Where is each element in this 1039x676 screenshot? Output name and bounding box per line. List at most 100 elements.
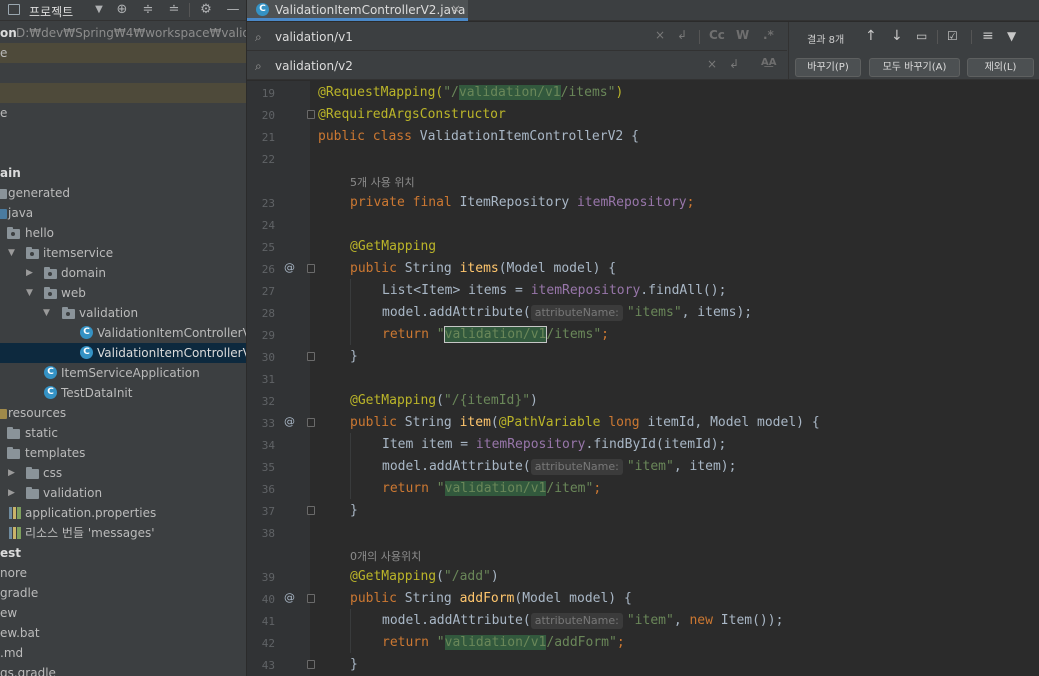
tree-item-testdatainit[interactable]: C TestDataInit (0, 383, 246, 403)
tree-item-application-properties[interactable]: application.properties (0, 503, 246, 523)
tree-item-gitignore[interactable]: nore (0, 563, 246, 583)
arrow-down-icon[interactable]: ↓ (891, 28, 903, 44)
whole-words-toggle[interactable]: W (736, 28, 749, 42)
tree-item-itemserviceapplication[interactable]: C ItemServiceApplication (0, 363, 246, 383)
tree-item-label: ValidationItemControllerV2 (97, 346, 246, 360)
fold-marker-icon[interactable] (307, 660, 315, 669)
tree-item-label: nore (0, 566, 27, 580)
line-number: 32 (261, 395, 275, 408)
tree-item-controller-v2[interactable]: C ValidationItemControllerV2 (0, 343, 246, 363)
arrow-up-icon[interactable]: ↑ (865, 28, 877, 44)
package-icon (7, 227, 20, 239)
parameter-hint: attributeName: (530, 305, 623, 321)
regex-toggle[interactable]: .* (763, 28, 774, 42)
match-case-toggle[interactable]: Cc (709, 28, 725, 42)
fold-marker-icon[interactable] (307, 110, 315, 119)
package-icon (44, 267, 57, 279)
tree-item[interactable] (0, 63, 246, 83)
tree-item-label: on (0, 26, 17, 40)
tree-item-messages-bundle[interactable]: 리소스 번들 'messages' (0, 523, 246, 543)
tree-item-domain[interactable]: ▶ domain (0, 263, 246, 283)
tree-item-root[interactable]: on D:₩dev₩Spring₩4₩workspace₩validation (0, 23, 246, 43)
tree-item[interactable]: e (0, 103, 246, 123)
expand-all-icon[interactable]: ≑ (137, 0, 159, 21)
tree-item-static[interactable]: static (0, 423, 246, 443)
new-line-icon[interactable]: ↲ (729, 57, 739, 71)
tree-item-hello[interactable]: hello (0, 223, 246, 243)
locate-icon[interactable]: ⊕ (111, 0, 133, 21)
new-line-icon[interactable]: ↲ (677, 28, 687, 42)
preserve-case-toggle[interactable]: A͟A (761, 57, 776, 68)
implementation-marker-icon[interactable]: @ (284, 261, 295, 274)
filter-icon[interactable]: ▼ (1007, 29, 1016, 43)
line-number: 37 (261, 505, 275, 518)
indent-guide (350, 279, 351, 345)
tree-item-resources[interactable]: resources (0, 403, 246, 423)
fold-marker-icon[interactable] (307, 352, 315, 361)
tree-item-generated[interactable]: generated (0, 183, 246, 203)
tree-item[interactable] (0, 83, 246, 103)
exclude-button[interactable]: 제외(L) (967, 58, 1034, 77)
code-editor[interactable]: 19 20 21 22 23 24 25 26 27 28 29 30 31 3… (247, 81, 1039, 676)
search-input[interactable] (275, 28, 655, 45)
tree-item-itemservice[interactable]: ▼ itemservice (0, 243, 246, 263)
tree-item-templates[interactable]: templates (0, 443, 246, 463)
tree-item-help-md[interactable]: .md (0, 643, 246, 663)
package-icon (44, 287, 57, 299)
implementation-marker-icon[interactable]: @ (284, 415, 295, 428)
tree-item[interactable]: e (0, 43, 246, 63)
chevron-right-icon[interactable]: ▶ (8, 463, 18, 483)
fold-marker-icon[interactable] (307, 594, 315, 603)
chevron-down-icon[interactable]: ▼ (88, 0, 110, 21)
fold-marker-icon[interactable] (307, 506, 315, 515)
chevron-down-icon[interactable]: ▼ (8, 243, 18, 263)
minimize-icon[interactable]: — (222, 0, 244, 21)
search-icon[interactable]: ⌕ (255, 30, 262, 45)
usage-hint[interactable]: 0개의 사용위치 (350, 548, 421, 564)
tree-item-settings-gradle[interactable]: gs.gradle (0, 663, 246, 676)
fold-marker-icon[interactable] (307, 418, 315, 427)
gear-icon[interactable]: ⚙ (195, 0, 217, 21)
usage-hint[interactable]: 5개 사용 위치 (350, 174, 415, 190)
tree-item-main[interactable]: ain (0, 163, 246, 183)
filter-list-icon[interactable]: ≡ (982, 28, 994, 44)
replace-input[interactable] (275, 57, 655, 74)
tree-item-web[interactable]: ▼ web (0, 283, 246, 303)
implementation-marker-icon[interactable]: @ (284, 591, 295, 604)
fold-marker-icon[interactable] (307, 264, 315, 273)
chevron-down-icon[interactable]: ▼ (26, 283, 36, 303)
tree-item-gradlew[interactable]: ew (0, 603, 246, 623)
tree-item-css[interactable]: ▶ css (0, 463, 246, 483)
replace-all-button[interactable]: 모두 바꾸기(A) (869, 58, 960, 77)
resource-bundle-icon (9, 527, 21, 539)
find-replace-bar: ⌕ × ↲ Cc W .* ⌕ × ↲ A͟A 결과 8개 ↑ ↓ ▭ ☑ ≡ … (247, 22, 1039, 80)
tree-item-label: 리소스 번들 'messages' (25, 526, 155, 540)
line-number: 38 (261, 527, 275, 540)
code-line-39: @GetMapping("/add") (350, 569, 499, 584)
close-icon[interactable]: × (451, 2, 461, 16)
select-all-occurrences-icon[interactable]: ▭ (916, 29, 927, 43)
folder-icon (0, 189, 7, 199)
in-selection-icon[interactable]: ☑ (947, 29, 958, 43)
chevron-right-icon[interactable]: ▶ (26, 263, 36, 283)
class-icon: C (44, 366, 57, 379)
code-line-19: @RequestMapping("/validation/v1/items") (318, 85, 624, 100)
tree-item-build-gradle[interactable]: gradle (0, 583, 246, 603)
tree-item[interactable] (0, 123, 246, 143)
tree-item-validation-tpl[interactable]: ▶ validation (0, 483, 246, 503)
tree-item-test[interactable]: est (0, 543, 246, 563)
tree-item-validation-pkg[interactable]: ▼ validation (0, 303, 246, 323)
chevron-right-icon[interactable]: ▶ (8, 483, 18, 503)
collapse-all-icon[interactable]: ≐ (163, 0, 185, 21)
clear-replace-icon[interactable]: × (707, 57, 717, 71)
project-view-title[interactable]: 프로젝트 (29, 3, 73, 20)
clear-search-icon[interactable]: × (655, 28, 665, 42)
separator (937, 30, 938, 44)
replace-button[interactable]: 바꾸기(P) (795, 58, 861, 77)
tree-item-controller-v1[interactable]: C ValidationItemControllerV1 (0, 323, 246, 343)
line-number: 25 (261, 241, 275, 254)
chevron-down-icon[interactable]: ▼ (43, 303, 53, 323)
tree-item-gradlew-bat[interactable]: ew.bat (0, 623, 246, 643)
tree-item-java[interactable]: java (0, 203, 246, 223)
editor-tab[interactable]: C ValidationItemControllerV2.java × (247, 0, 468, 21)
